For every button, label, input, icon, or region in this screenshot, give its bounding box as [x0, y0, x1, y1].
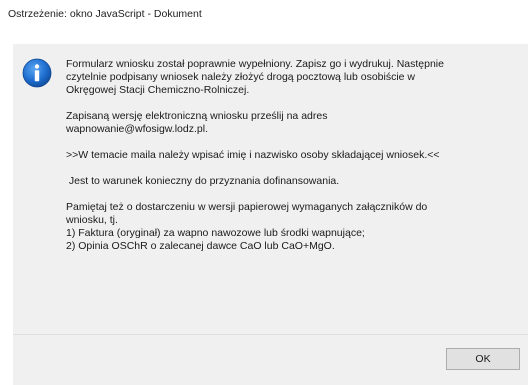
title-bar: Ostrzeżenie: okno JavaScript - Dokument [0, 0, 532, 30]
message-paragraph-email: Zapisaną wersję elektroniczną wniosku pr… [66, 110, 516, 136]
message-line: czytelnie podpisany wniosek należy złoży… [66, 71, 416, 83]
message-paragraph-email-subject: >>W temacie maila należy wpisać imię i n… [66, 149, 516, 162]
javascript-alert-dialog: Ostrzeżenie: okno JavaScript - Dokument … [0, 0, 532, 385]
attachment-item-invoice: 1) Faktura (oryginał) za wapno nawozowe … [66, 227, 365, 239]
message-line: wniosku, tj. [66, 214, 118, 226]
message-line: Jest to warunek konieczny do przyznania … [66, 175, 340, 187]
message-line: Zapisaną wersję elektroniczną wniosku pr… [66, 110, 328, 122]
dialog-title: Ostrzeżenie: okno JavaScript - Dokument [8, 8, 202, 20]
message-line-email-address: wapnowanie@wfosigw.lodz.pl. [66, 123, 208, 135]
message-paragraph-attachments: Pamiętaj też o dostarczeniu w wersji pap… [66, 201, 516, 253]
ok-button[interactable]: OK [446, 348, 520, 370]
alert-message: Formularz wniosku został poprawnie wypeł… [66, 58, 516, 253]
attachment-item-opinion: 2) Opinia OSChR o zalecanej dawce CaO lu… [66, 240, 335, 252]
message-line: >>W temacie maila należy wpisać imię i n… [66, 149, 440, 161]
info-icon [22, 58, 52, 88]
message-paragraph-condition: Jest to warunek konieczny do przyznania … [66, 175, 516, 188]
message-paragraph-form-complete: Formularz wniosku został poprawnie wypeł… [66, 58, 516, 97]
message-line: Pamiętaj też o dostarczeniu w wersji pap… [66, 201, 428, 213]
message-line: Okręgowej Stacji Chemiczno-Rolniczej. [66, 84, 250, 96]
message-line: Formularz wniosku został poprawnie wypeł… [66, 58, 444, 70]
